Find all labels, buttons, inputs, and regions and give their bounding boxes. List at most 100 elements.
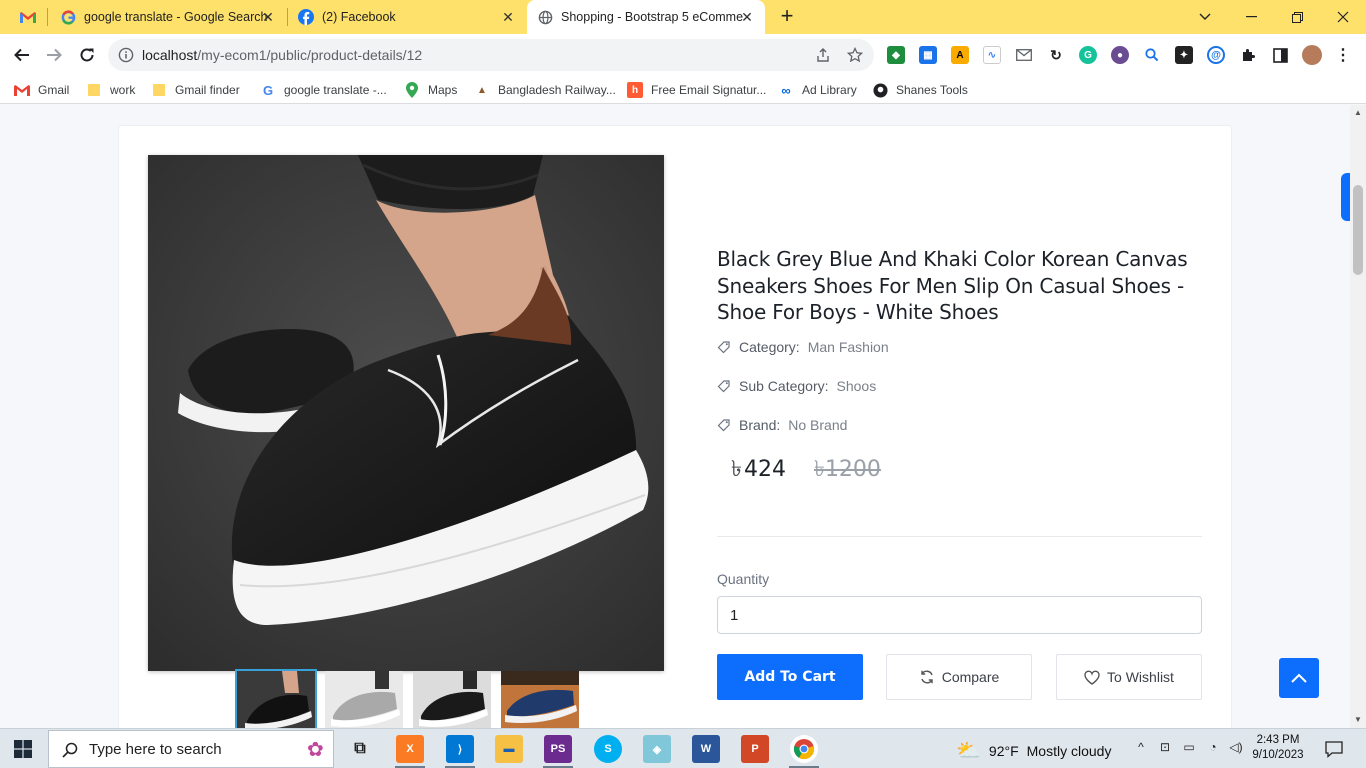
back-button[interactable] [11,44,33,66]
bookmark-item[interactable]: Shanes Tools [872,82,968,98]
meet-now-icon[interactable]: ⊡ [1157,740,1173,756]
extension-icon[interactable]: A [951,46,969,64]
subcategory-label: Sub Category: [739,378,829,394]
word-icon[interactable]: W [692,735,720,763]
clock-date: 9/10/2023 [1252,749,1304,761]
bookmark-item[interactable]: ∞ Ad Library [778,82,856,98]
tag-icon [717,419,730,432]
bookmark-label: work [110,83,136,97]
bookmark-item[interactable]: G google translate -... [260,82,387,98]
bookmark-item[interactable]: Gmail [14,82,69,98]
extension-icon[interactable]: ● [1111,46,1129,64]
share-icon[interactable] [815,47,831,63]
extension-icon[interactable]: ▦ [919,46,937,64]
maps-pin-icon [404,82,420,98]
product-subcategory: Sub Category: Shoos [717,376,876,396]
extension-icon[interactable]: ✦ [1175,46,1193,64]
bookmark-item[interactable]: h Free Email Signatur... [627,82,766,98]
address-url: localhost/my-ecom1/public/product-detail… [142,47,422,63]
product-main-image[interactable] [148,155,664,671]
tab-gmail[interactable] [8,0,46,34]
compare-button[interactable]: Compare [886,654,1032,700]
wishlist-label: To Wishlist [1107,669,1174,685]
facebook-icon [298,9,314,25]
phpstorm-icon[interactable]: PS [544,735,572,763]
product-thumbnail[interactable] [325,671,403,728]
reload-button[interactable] [76,44,98,66]
category-value[interactable]: Man Fashion [808,339,889,355]
scroll-down-arrow-icon[interactable]: ▼ [1354,715,1362,724]
extension-icon[interactable]: ◆ [887,46,905,64]
globe-icon [537,9,553,25]
page-viewport: Black Grey Blue And Khaki Color Korean C… [0,105,1350,728]
taskbar-search-box[interactable]: Type here to search ✿ [48,730,334,768]
bookmark-item[interactable]: Gmail finder [151,82,240,98]
chevron-up-icon [1291,673,1307,683]
close-icon[interactable]: ✕ [260,9,276,25]
show-hidden-icons-chevron-icon[interactable]: ^ [1133,740,1149,756]
powerpoint-icon[interactable]: P [741,735,769,763]
tab-search-chevron-icon[interactable] [1182,0,1228,34]
forward-button[interactable] [43,44,65,66]
chrome-icon[interactable] [790,735,818,763]
clock-time: 2:43 PM [1256,734,1300,746]
file-explorer-icon[interactable]: ▬ [495,735,523,763]
bookmark-label: Gmail finder [175,83,240,97]
app-icon[interactable]: ◈ [643,735,671,763]
weather-widget[interactable]: ⛅ 92°F Mostly cloudy [956,738,1111,763]
address-bar[interactable]: localhost/my-ecom1/public/product-detail… [108,39,874,71]
side-widget-handle[interactable] [1341,173,1350,221]
search-icon[interactable] [1143,46,1161,64]
current-price: 424 [743,457,786,482]
tab-shopping[interactable]: Shopping - Bootstrap 5 eComme ✕ [527,0,765,34]
vscode-icon[interactable]: ⟩ [446,735,474,763]
scroll-up-arrow-icon[interactable]: ▲ [1354,108,1362,117]
close-icon[interactable]: ✕ [500,9,516,25]
skype-icon[interactable]: S [594,735,622,763]
old-currency-symbol: ৳ [813,457,825,482]
restore-button[interactable] [1274,0,1320,34]
grammarly-icon[interactable]: G [1079,46,1097,64]
flower-bouquet-icon: ✿ [307,739,324,761]
bookmark-item[interactable]: work [86,82,135,98]
scrollbar-thumb[interactable] [1353,185,1363,275]
new-tab-button[interactable]: + [777,5,797,27]
minimize-button[interactable] [1228,0,1274,34]
wishlist-button[interactable]: To Wishlist [1056,654,1202,700]
brand-value[interactable]: No Brand [788,417,847,433]
page-scrollbar[interactable]: ▲ ▼ [1350,105,1366,728]
tab-google-search[interactable]: google translate - Google Search ✕ [48,0,286,34]
add-to-cart-button[interactable]: Add To Cart [717,654,863,700]
close-window-button[interactable] [1320,0,1366,34]
subcategory-value[interactable]: Shoos [837,378,877,394]
volume-icon[interactable]: ◁) [1228,740,1244,756]
windows-start-icon[interactable] [14,740,32,758]
extension-icon[interactable]: ∿ [983,46,1001,64]
product-thumbnail[interactable] [501,671,579,728]
bookmark-star-icon[interactable] [847,47,863,63]
puzzle-icon[interactable] [1239,46,1257,64]
profile-avatar[interactable] [1302,45,1322,65]
scroll-to-top-button[interactable] [1279,658,1319,698]
mail-icon[interactable] [1015,46,1033,64]
tab-facebook[interactable]: (2) Facebook ✕ [288,0,526,34]
product-thumbnail[interactable] [235,669,317,728]
site-info-icon[interactable] [118,47,134,63]
tab-title: Shopping - Bootstrap 5 eComme [561,10,744,24]
bookmark-item[interactable]: ▲ Bangladesh Railway... [474,82,616,98]
extension-icon[interactable]: ↻ [1047,46,1065,64]
task-view-icon[interactable]: ⧉ [346,735,374,763]
extension-icon[interactable]: @ [1207,46,1225,64]
cloudy-weather-icon: ⛅ [956,740,981,762]
side-panel-icon[interactable] [1271,46,1289,64]
notifications-icon[interactable] [1325,740,1343,758]
close-icon[interactable]: ✕ [739,9,755,25]
system-clock[interactable]: 2:43 PM 9/10/2023 [1248,733,1308,763]
menu-kebab-icon[interactable]: ⋮ [1334,46,1352,64]
xampp-icon[interactable]: X [396,735,424,763]
battery-icon[interactable]: ▭ [1181,740,1197,756]
wifi-icon[interactable]: ◔ [1205,740,1221,756]
product-thumbnail[interactable] [413,671,491,728]
quantity-input[interactable] [717,596,1202,634]
bookmark-item[interactable]: Maps [404,82,457,98]
